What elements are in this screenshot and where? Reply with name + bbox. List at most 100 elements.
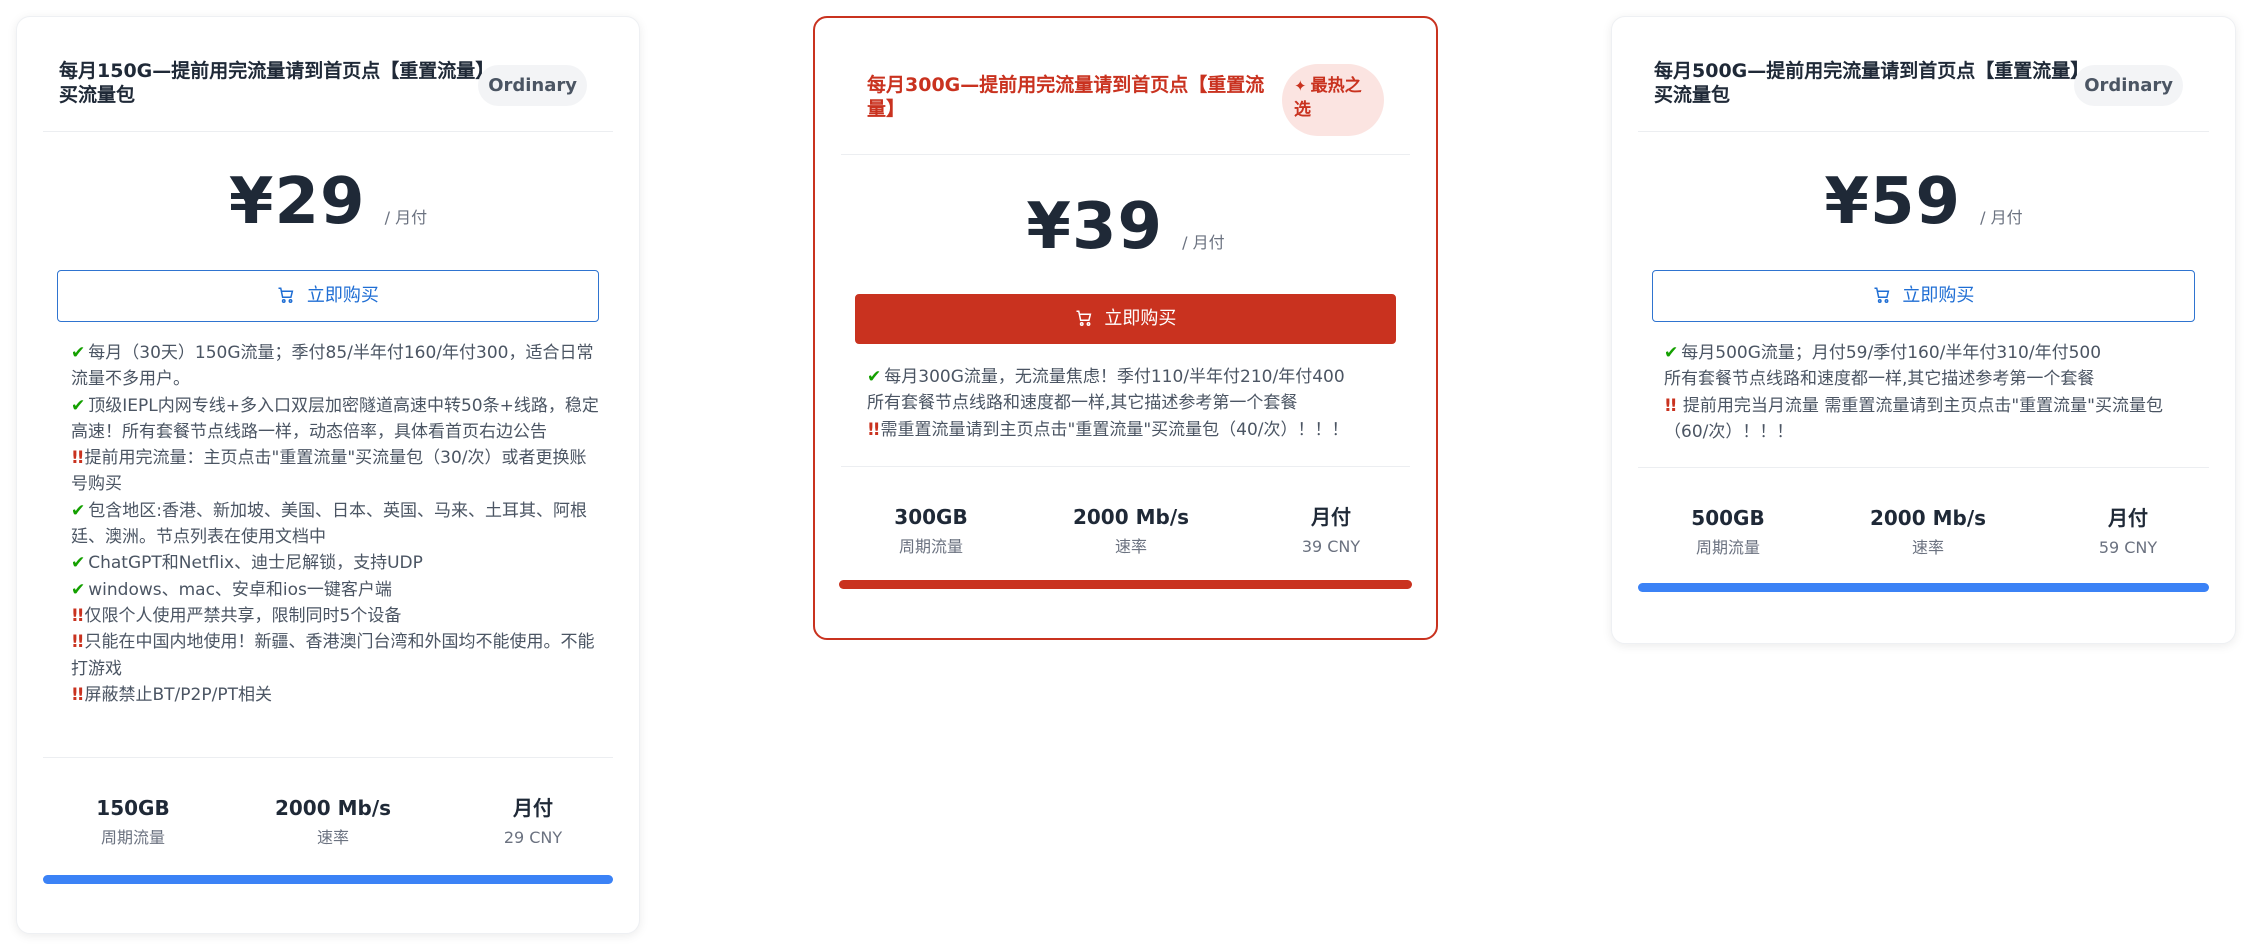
stat-value: 月付 — [2108, 506, 2148, 530]
stat-label: 周期流量 — [898, 537, 963, 556]
check-icon: ✔ — [71, 500, 86, 521]
check-icon: ✔ — [71, 343, 86, 363]
sparkle-icon: ✦ — [1294, 77, 1307, 95]
plan-price: ¥59 — [1824, 165, 1961, 239]
description-line: ✔ 顶级IEPL内网专线+多入口双层加密隧道高速中转50条+线路，稳定高速！所有套… — [71, 393, 599, 446]
check-icon: ✔ — [1664, 343, 1679, 363]
description-line: ✔ windows、mac、安卓和ios一键客户端 — [71, 577, 599, 603]
plan-stats: 500GB 周期流量 2000 Mb/s 速率 月付 59 CNY — [1638, 467, 2209, 557]
description-text: ChatGPT和Netflix、迪士尼解锁，支持UDP — [88, 553, 423, 574]
stat-value: 月付 — [1311, 505, 1351, 529]
plan-period: / 月付 — [384, 208, 428, 227]
double-exclamation-icon: !! — [1664, 395, 1677, 416]
stat-label: 速率 — [1911, 538, 1944, 557]
check-icon: ✔ — [71, 579, 86, 600]
description-text: windows、mac、安卓和ios一键客户端 — [88, 579, 392, 600]
stat-label: 39 CNY — [1301, 537, 1361, 556]
buy-now-label: 立即购买 — [1902, 285, 1975, 306]
plan-card-300g: 每月300G—提前用完流量请到首页点【重置流量】 ✦ 最热之选 ¥39 / 月付 … — [813, 16, 1438, 640]
description-line: !! 仅限个人使用严禁共享，限制同时5个设备 — [71, 603, 599, 629]
check-icon: ✔ — [71, 395, 86, 416]
check-icon: ✔ — [71, 553, 86, 574]
description-line: !! 提前用完流量：主页点击"重置流量"买流量包（30/次）或者更换账号购买 — [71, 445, 599, 498]
stat-value: 2000 Mb/s — [1869, 506, 1987, 530]
stat-traffic: 300GB 周期流量 — [841, 503, 1021, 561]
buy-now-button[interactable]: 立即购买 — [855, 294, 1396, 344]
description-text: 提前用完流量：主页点击"重置流量"买流量包（30/次）或者更换账号购买 — [71, 448, 587, 495]
stat-traffic: 500GB 周期流量 — [1638, 504, 1818, 562]
description-text: 每月（30天）150G流量；季付85/半年付160/年付300，适合日常流量不多… — [71, 343, 594, 390]
accent-bar — [1638, 583, 2209, 592]
plan-badge: Ordinary — [2074, 65, 2183, 106]
description-text: 顶级IEPL内网专线+多入口双层加密隧道高速中转50条+线路，稳定高速！所有套餐… — [71, 395, 599, 442]
double-exclamation-icon: !! — [71, 605, 84, 626]
plan-title: 每月150G—提前用完流量请到首页点【重置流量】买流量包 — [59, 60, 485, 106]
description-line: 所有套餐节点线路和速度都一样,其它描述参考第一个套餐 — [1664, 366, 2195, 392]
buy-now-label: 立即购买 — [306, 285, 379, 306]
description-line: ✔ 每月500G流量；月付59/季付160/半年付310/年付500 — [1664, 340, 2195, 366]
description-text: 所有套餐节点线路和速度都一样,其它描述参考第一个套餐 — [1664, 369, 2095, 390]
plan-card-500g: 每月500G—提前用完流量请到首页点【重置流量】买流量包 Ordinary ¥5… — [1611, 16, 2236, 644]
description-text: 每月500G流量；月付59/季付160/半年付310/年付500 — [1681, 343, 2102, 363]
stat-label: 周期流量 — [100, 828, 165, 847]
description-text: 只能在中国内地使用！新疆、香港澳门台湾和外国均不能使用。不能打游戏 — [71, 632, 595, 679]
plan-title: 每月500G—提前用完流量请到首页点【重置流量】买流量包 — [1654, 60, 2080, 106]
plan-price: ¥39 — [1026, 190, 1163, 264]
description-text: 屏蔽禁止BT/P2P/PT相关 — [84, 684, 272, 705]
plan-price: ¥29 — [228, 165, 366, 239]
stat-label: 59 CNY — [2098, 538, 2158, 557]
description-text: 提前用完当月流量 需重置流量请到主页点击"重置流量"买流量包（60/次）！！！ — [1664, 395, 2163, 442]
description-text: 每月300G流量，无流量焦虑！季付110/半年付210/年付400 — [884, 367, 1345, 387]
stat-speed: 2000 Mb/s 速率 — [243, 794, 423, 852]
description-text: 仅限个人使用严禁共享，限制同时5个设备 — [84, 605, 402, 626]
description-line: !! 只能在中国内地使用！新疆、香港澳门台湾和外国均不能使用。不能打游戏 — [71, 629, 599, 682]
stat-label: 速率 — [316, 828, 349, 847]
stat-label: 29 CNY — [503, 828, 563, 847]
stat-speed: 2000 Mb/s 速率 — [1838, 504, 2018, 562]
plan-title: 每月300G—提前用完流量请到首页点【重置流量】 — [867, 74, 1265, 120]
plan-period: / 月付 — [1182, 233, 1225, 252]
price-row: ¥39 / 月付 — [815, 190, 1436, 264]
description-line: 所有套餐节点线路和速度都一样,其它描述参考第一个套餐 — [867, 390, 1396, 416]
plan-description: ✔ 每月500G流量；月付59/季付160/半年付310/年付500 所有套餐节点线… — [1664, 340, 2195, 445]
description-line: ✔ ChatGPT和Netflix、迪士尼解锁，支持UDP — [71, 550, 599, 576]
plan-description: ✔ 每月300G流量，无流量焦虑！季付110/半年付210/年付400 所有套餐节点… — [867, 364, 1396, 443]
description-line: ✔ 包含地区:香港、新加坡、美国、日本、英国、马来、土耳其、阿根廷、澳洲。节点列表… — [71, 498, 599, 551]
cart-icon — [1874, 287, 1889, 303]
stat-traffic: 150GB 周期流量 — [43, 794, 223, 852]
stat-billing: 月付 39 CNY — [1241, 503, 1421, 561]
stat-label: 速率 — [1114, 537, 1147, 556]
description-text: 需重置流量请到主页点击"重置流量"买流量包（40/次）！！！ — [880, 419, 1349, 440]
double-exclamation-icon: !! — [867, 419, 880, 440]
buy-now-button[interactable]: 立即购买 — [57, 270, 599, 322]
description-line: !! 需重置流量请到主页点击"重置流量"买流量包（40/次）！！！ — [867, 417, 1396, 443]
double-exclamation-icon: !! — [71, 632, 84, 653]
stat-value: 2000 Mb/s — [274, 796, 392, 820]
plan-badge: Ordinary — [478, 65, 587, 106]
plan-period: / 月付 — [1980, 208, 2023, 227]
double-exclamation-icon: !! — [71, 448, 84, 469]
price-row: ¥29 / 月付 — [17, 165, 639, 239]
description-line: ✔ 每月300G流量，无流量焦虑！季付110/半年付210/年付400 — [867, 364, 1396, 390]
accent-bar — [839, 580, 1412, 589]
plan-description: ✔ 每月（30天）150G流量；季付85/半年付160/年付300，适合日常流量不… — [71, 340, 599, 708]
stat-value: 2000 Mb/s — [1072, 505, 1190, 529]
description-text: 包含地区:香港、新加坡、美国、日本、英国、马来、土耳其、阿根廷、澳洲。节点列表在… — [71, 500, 587, 548]
stat-value: 500GB — [1691, 506, 1765, 530]
cart-icon — [278, 287, 294, 303]
description-text: 所有套餐节点线路和速度都一样,其它描述参考第一个套餐 — [867, 393, 1298, 414]
plan-stats: 150GB 周期流量 2000 Mb/s 速率 月付 29 CNY — [43, 757, 613, 847]
accent-bar — [43, 875, 613, 884]
description-line: !! 屏蔽禁止BT/P2P/PT相关 — [71, 682, 599, 708]
stat-label: 周期流量 — [1695, 538, 1760, 557]
buy-now-button[interactable]: 立即购买 — [1652, 270, 2195, 322]
stat-billing: 月付 29 CNY — [443, 794, 623, 852]
stat-value: 月付 — [513, 796, 553, 820]
cart-icon — [1076, 310, 1091, 326]
check-icon: ✔ — [867, 367, 882, 387]
buy-now-label: 立即购买 — [1104, 308, 1177, 329]
description-line: !! 提前用完当月流量 需重置流量请到主页点击"重置流量"买流量包（60/次）！… — [1664, 393, 2195, 446]
stat-billing: 月付 59 CNY — [2038, 504, 2218, 562]
hot-badge: ✦ 最热之选 — [1282, 64, 1384, 136]
price-row: ¥59 / 月付 — [1612, 165, 2235, 239]
